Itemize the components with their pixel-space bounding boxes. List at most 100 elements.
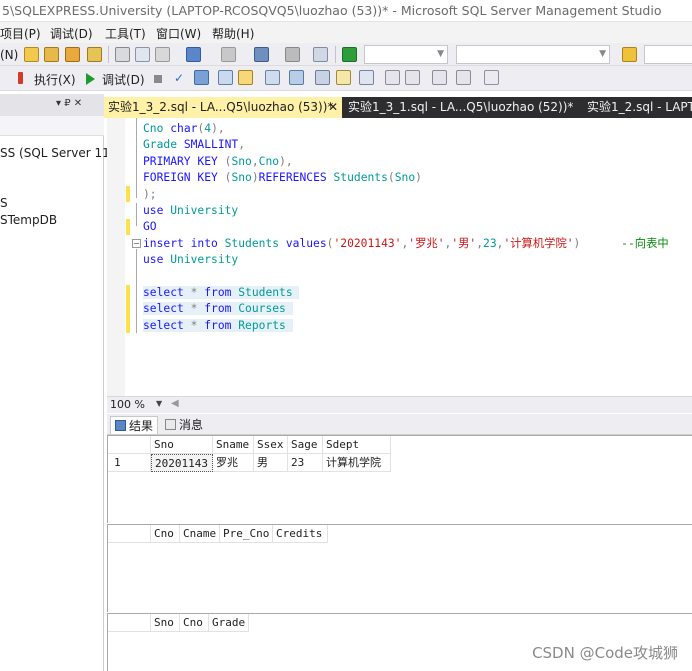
code-line[interactable]: FOREIGN KEY (Sno)REFERENCES Students(Sno… — [143, 170, 422, 186]
code-line[interactable]: Cno char(4), — [143, 121, 225, 137]
increase-indent-icon[interactable] — [456, 70, 471, 85]
find-input[interactable] — [644, 45, 692, 64]
tab-query-1-2[interactable]: 实验1_2.sql - LAPT. — [583, 97, 692, 118]
menu-debug[interactable]: 调试(D) — [50, 25, 93, 42]
column-header[interactable]: Sno — [151, 436, 213, 454]
decrease-indent-icon[interactable] — [432, 70, 447, 85]
table-cell[interactable]: 20201143 — [151, 454, 213, 472]
solution-platform-dropdown[interactable]: ▼ — [456, 45, 610, 64]
code-line[interactable]: select * from Students — [143, 285, 300, 301]
sql-editor-toolbar: 执行(X) 调试(D) ✓ — [0, 66, 692, 91]
cut-icon[interactable] — [115, 47, 130, 62]
intellisense-icon[interactable] — [265, 70, 280, 85]
results-icon[interactable] — [285, 47, 300, 62]
start-icon[interactable] — [342, 47, 357, 62]
tab-query-52[interactable]: 实验1_3_1.sql - LA...Q5\luozhao (52))* — [344, 97, 576, 118]
code-token: ), — [211, 122, 225, 135]
table-cell[interactable]: 计算机学院 — [323, 454, 391, 472]
results-to-grid-icon[interactable] — [359, 70, 374, 85]
code-token: Courses — [238, 302, 293, 316]
tab-query-53[interactable]: 实验1_3_2.sql - LA...Q5\luozhao (53))* ✕ — [104, 97, 342, 118]
specify-values-icon[interactable] — [484, 70, 499, 85]
table-cell[interactable]: 23 — [288, 454, 323, 472]
code-token: '20201143' — [333, 236, 402, 250]
new-query-label[interactable]: (N) — [0, 48, 18, 62]
paste-icon[interactable] — [155, 47, 170, 62]
comment-icon[interactable] — [385, 70, 400, 85]
menu-help[interactable]: 帮助(H) — [212, 25, 254, 42]
code-line[interactable]: insert into Students values('20201143','… — [143, 236, 669, 252]
column-header[interactable]: Sno — [151, 614, 180, 632]
menu-window[interactable]: 窗口(W) — [156, 25, 201, 42]
results-grid-students[interactable]: Sno Sname Ssex Sage Sdept 1 20201143 罗兆 … — [107, 435, 692, 523]
change-connection-icon[interactable] — [194, 70, 209, 85]
activity-monitor-icon[interactable] — [313, 47, 328, 62]
panel-controls[interactable]: ▾ ₽ ✕ — [56, 98, 82, 109]
column-header[interactable]: Cname — [180, 525, 220, 543]
execute-button[interactable]: 执行(X) — [34, 71, 76, 88]
column-header[interactable]: Cno — [180, 614, 209, 632]
table-cell[interactable]: 男 — [254, 454, 288, 472]
chevron-down-icon[interactable]: ▼ — [156, 399, 162, 408]
code-line[interactable]: select * from Reports — [143, 318, 293, 334]
code-token: * — [190, 302, 205, 316]
code-line[interactable]: ); — [143, 187, 157, 203]
undo-icon[interactable] — [186, 47, 201, 62]
estimated-plan-icon[interactable] — [218, 70, 233, 85]
fold-guide — [136, 203, 137, 226]
open-file-icon[interactable] — [65, 47, 80, 62]
sql-editor[interactable]: − Cno char(4), Grade SMALLINT, PRIMARY KEY… — [107, 118, 692, 396]
code-line[interactable]: PRIMARY KEY (Sno,Cno), — [143, 154, 293, 170]
tree-node-tempdb[interactable]: STempDB — [0, 213, 57, 227]
uncomment-icon[interactable] — [405, 70, 420, 85]
new-file-icon[interactable] — [24, 47, 39, 62]
query-options-icon[interactable] — [238, 70, 253, 85]
copy-icon[interactable] — [135, 47, 150, 62]
code-line[interactable]: GO — [143, 219, 157, 235]
parse-icon[interactable]: ✓ — [174, 71, 184, 85]
code-token: insert into — [143, 236, 225, 250]
collapse-icon[interactable]: − — [132, 239, 141, 248]
column-header[interactable]: Pre_Cno — [220, 525, 273, 543]
code-line[interactable]: use University — [143, 203, 238, 219]
column-header[interactable]: Ssex — [254, 436, 288, 454]
navigate-icon[interactable] — [254, 47, 269, 62]
close-icon[interactable]: ✕ — [328, 97, 338, 118]
column-header[interactable]: Sname — [213, 436, 254, 454]
row-number[interactable]: 1 — [108, 454, 151, 472]
fold-guide — [136, 249, 137, 333]
code-line[interactable]: Grade SMALLINT, — [143, 137, 245, 153]
menu-tools[interactable]: 工具(T) — [105, 25, 146, 42]
results-grid-courses[interactable]: Cno Cname Pre_Cno Credits — [107, 524, 692, 612]
tab-results[interactable]: 结果 — [110, 416, 158, 434]
open-database-icon[interactable] — [44, 47, 59, 62]
code-token: Students — [333, 171, 388, 185]
include-plan-icon[interactable] — [289, 70, 304, 85]
column-header[interactable]: Credits — [273, 525, 328, 543]
tree-node-item[interactable]: S — [0, 196, 8, 210]
debug-button[interactable]: 调试(D) — [102, 71, 145, 88]
tree-node-server[interactable]: SS (SQL Server 11 — [0, 146, 110, 160]
tab-messages[interactable]: 消息 — [161, 416, 211, 434]
change-marker — [126, 301, 130, 317]
menu-project[interactable]: 项目(P) — [0, 25, 41, 42]
include-stats-icon[interactable] — [315, 70, 330, 85]
column-header[interactable]: Cno — [151, 525, 180, 543]
redo-icon[interactable] — [221, 47, 236, 62]
row-header-corner — [108, 525, 151, 543]
find-icon[interactable] — [622, 47, 637, 62]
table-cell[interactable]: 罗兆 — [213, 454, 254, 472]
column-header[interactable]: Sage — [288, 436, 323, 454]
menu-bar: 项目(P) 调试(D) 工具(T) 窗口(W) 帮助(H) — [0, 22, 692, 43]
code-line[interactable]: select * from Courses — [143, 301, 293, 317]
save-all-icon[interactable] — [87, 47, 102, 62]
results-to-text-icon[interactable] — [336, 70, 351, 85]
scroll-left-icon[interactable]: ◀ — [171, 398, 179, 409]
stop-icon[interactable] — [154, 75, 162, 83]
zoom-level[interactable]: 100 % — [110, 398, 145, 411]
column-header[interactable]: Sdept — [323, 436, 391, 454]
solution-config-dropdown[interactable]: ▼ — [364, 45, 448, 64]
code-token: use — [143, 253, 171, 267]
code-line[interactable]: use University — [143, 252, 238, 268]
column-header[interactable]: Grade — [209, 614, 249, 632]
